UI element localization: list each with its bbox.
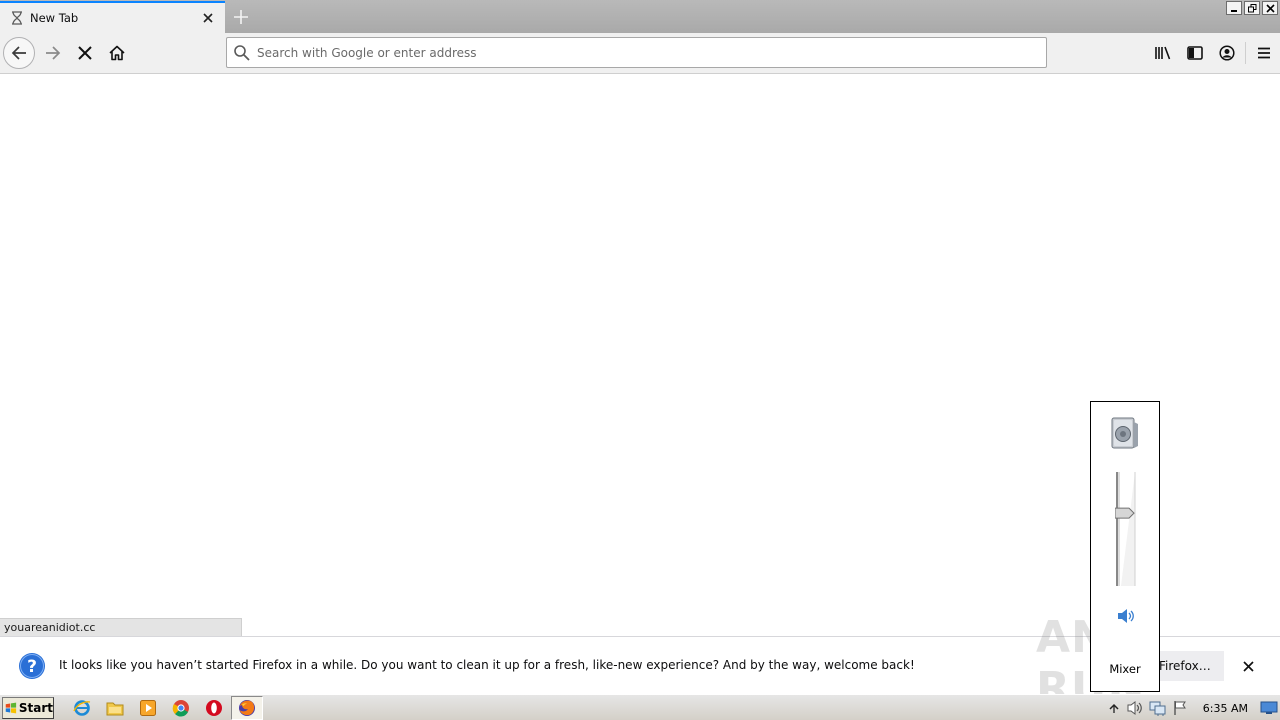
- page-content: [0, 74, 1280, 636]
- volume-slider[interactable]: [1115, 470, 1137, 588]
- hamburger-menu-icon: [1258, 47, 1270, 59]
- minimize-button[interactable]: [1226, 1, 1242, 15]
- internet-explorer-icon[interactable]: [66, 696, 98, 720]
- taskbar-clock[interactable]: 6:35 AM: [1203, 702, 1248, 715]
- network-tray-icon[interactable]: [1147, 698, 1169, 718]
- tab-title: New Tab: [30, 11, 79, 25]
- tab-strip: New Tab: [0, 0, 1280, 33]
- mute-speaker-icon[interactable]: [1116, 607, 1136, 625]
- close-window-button[interactable]: [1262, 1, 1278, 15]
- forward-arrow-icon: [46, 46, 61, 60]
- forward-button[interactable]: [37, 37, 69, 69]
- mixer-link[interactable]: Mixer: [1091, 662, 1159, 676]
- question-icon: ?: [19, 653, 45, 679]
- stop-x-icon: [78, 46, 92, 60]
- volume-slider-thumb[interactable]: [1115, 507, 1135, 519]
- account-button[interactable]: [1211, 37, 1243, 69]
- start-label: Start: [18, 701, 53, 715]
- account-icon: [1219, 45, 1235, 61]
- back-button[interactable]: [3, 37, 35, 69]
- url-bar[interactable]: [226, 37, 1047, 68]
- show-hidden-icons-chevron-icon[interactable]: [1103, 698, 1125, 718]
- taskbar: Start 6:35 AM: [0, 694, 1280, 720]
- speaker-device-icon: [1111, 417, 1138, 449]
- windows-logo-icon: [5, 702, 17, 714]
- notification-close-button[interactable]: [1238, 656, 1258, 676]
- new-tab-button[interactable]: [228, 4, 254, 30]
- system-tray: 6:35 AM: [1103, 697, 1280, 719]
- show-desktop-icon[interactable]: [1258, 698, 1280, 718]
- sidebar-toggle-button[interactable]: [1179, 37, 1211, 69]
- url-input[interactable]: [257, 38, 1046, 67]
- chrome-icon[interactable]: [165, 696, 197, 720]
- sidebar-icon: [1187, 46, 1203, 60]
- notification-message: It looks like you haven’t started Firefo…: [59, 658, 915, 672]
- toolbar-separator: [1245, 42, 1246, 64]
- volume-tray-icon[interactable]: [1125, 698, 1147, 718]
- back-arrow-icon: [11, 46, 26, 60]
- firefox-icon[interactable]: [231, 696, 263, 720]
- toolbar-right: [1147, 37, 1280, 69]
- hourglass-icon: [9, 10, 25, 26]
- menu-button[interactable]: [1248, 37, 1280, 69]
- start-button[interactable]: Start: [2, 697, 54, 719]
- opera-icon[interactable]: [198, 696, 230, 720]
- status-link-url: youareanidiot.cc: [0, 618, 242, 636]
- navigation-toolbar: [0, 33, 1280, 74]
- search-icon: [234, 44, 250, 61]
- home-button[interactable]: [101, 37, 133, 69]
- taskbar-apps: [66, 696, 263, 720]
- home-icon: [109, 45, 125, 61]
- window-controls: [1226, 1, 1278, 15]
- close-icon: [1242, 660, 1254, 672]
- library-button[interactable]: [1147, 37, 1179, 69]
- screen: New Tab Search with Google or enter addr…: [0, 0, 1280, 720]
- media-player-icon[interactable]: [132, 696, 164, 720]
- volume-control-popup: Mixer: [1090, 401, 1160, 692]
- action-center-flag-icon[interactable]: [1169, 698, 1191, 718]
- tab-close-icon[interactable]: [199, 9, 217, 27]
- restore-button[interactable]: [1244, 1, 1260, 15]
- tab-new-tab[interactable]: New Tab: [0, 1, 225, 33]
- stop-button[interactable]: [69, 37, 101, 69]
- svg-text:?: ?: [27, 657, 37, 677]
- library-icon: [1155, 46, 1171, 60]
- file-explorer-icon[interactable]: [99, 696, 131, 720]
